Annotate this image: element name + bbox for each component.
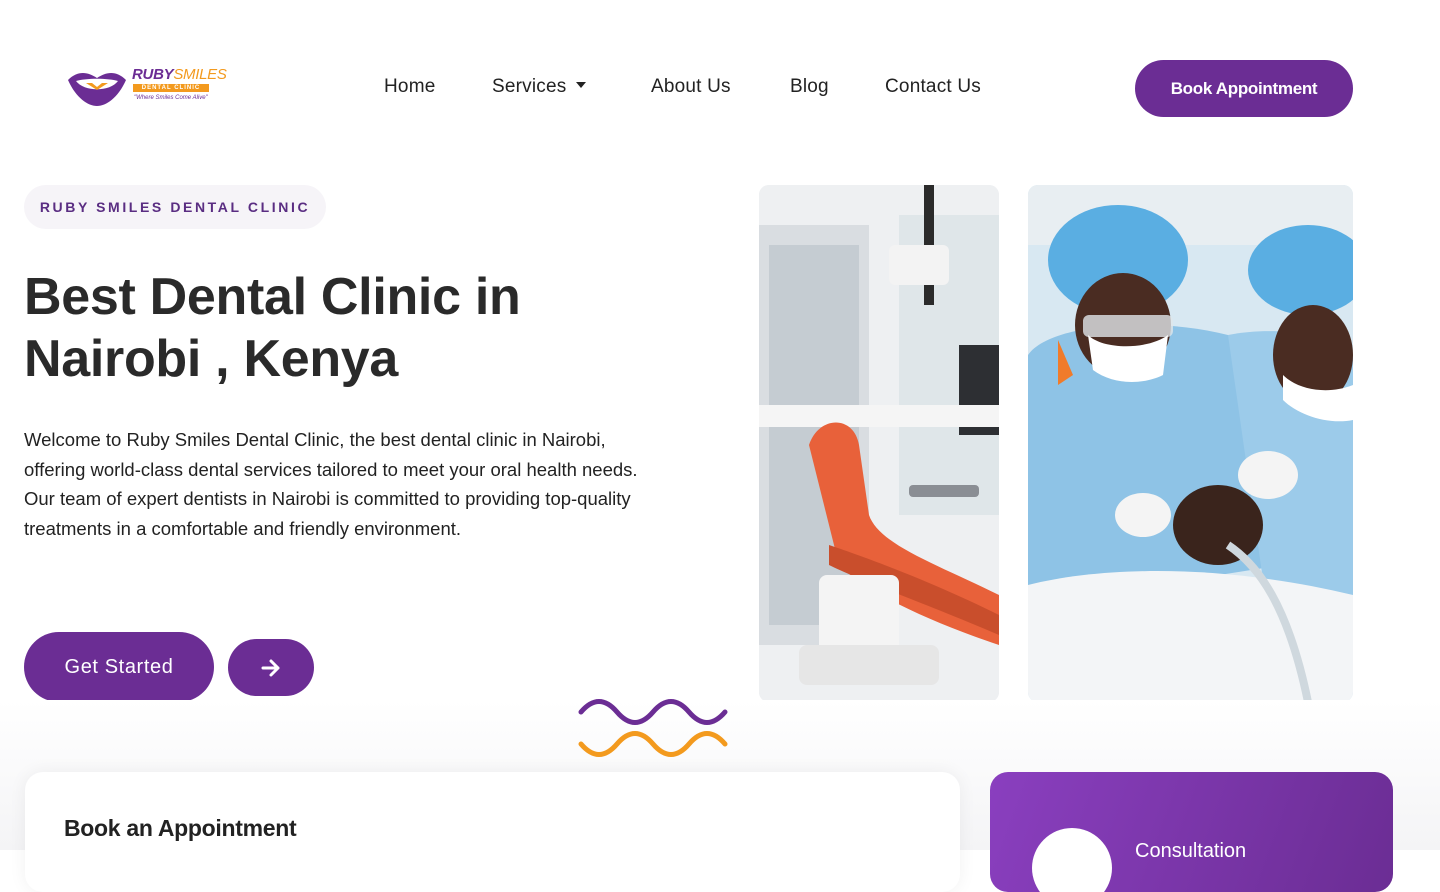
nav-services[interactable]: Services: [492, 76, 587, 98]
dental-chair-image: [759, 185, 999, 702]
hero-title-line2: Nairobi , Kenya: [24, 330, 399, 388]
dentists-photo: [1028, 185, 1353, 702]
logo-tagline: "Where Smiles Come Alive": [134, 95, 208, 101]
hero-title-line1: Best Dental Clinic in: [24, 268, 521, 326]
logo-subtitle: DENTAL CLINIC: [133, 84, 209, 92]
logo-brand-second: SMILES: [173, 66, 227, 83]
eyebrow-badge: RUBY SMILES DENTAL CLINIC: [24, 185, 326, 229]
logo-brand-first: RUBY: [132, 66, 174, 83]
nav-about-us[interactable]: About Us: [651, 76, 731, 98]
logo[interactable]: RUBYSMILES DENTAL CLINIC "Where Smiles C…: [66, 66, 241, 108]
book-appointment-title: Book an Appointment: [64, 815, 297, 841]
hero-title: Best Dental Clinic in Nairobi , Kenya: [24, 266, 664, 390]
consultation-card[interactable]: Consultation: [990, 772, 1393, 892]
consultation-label: Consultation: [1135, 840, 1247, 862]
nav-contact-us[interactable]: Contact Us: [885, 76, 981, 98]
dentists-image: [1028, 185, 1353, 702]
arrow-right-icon: [261, 659, 280, 676]
lips-logo-icon: [68, 73, 126, 106]
consultation-icon: [1032, 828, 1112, 892]
caret-down-icon: [576, 81, 587, 88]
nav-home[interactable]: Home: [384, 76, 435, 98]
logo-wordmark: RUBYSMILES: [132, 66, 227, 83]
book-appointment-button[interactable]: Book Appointment: [1135, 60, 1353, 117]
hero-description: Welcome to Ruby Smiles Dental Clinic, th…: [24, 429, 638, 539]
arrow-button[interactable]: [228, 639, 314, 696]
nav-blog[interactable]: Blog: [790, 76, 829, 98]
wave-decoration-icon: [578, 699, 728, 757]
book-appointment-card: Book an Appointment: [25, 772, 960, 892]
get-started-button[interactable]: Get Started: [24, 632, 214, 702]
nav-services-label: Services: [492, 76, 567, 97]
clinic-room-photo: [759, 185, 999, 702]
